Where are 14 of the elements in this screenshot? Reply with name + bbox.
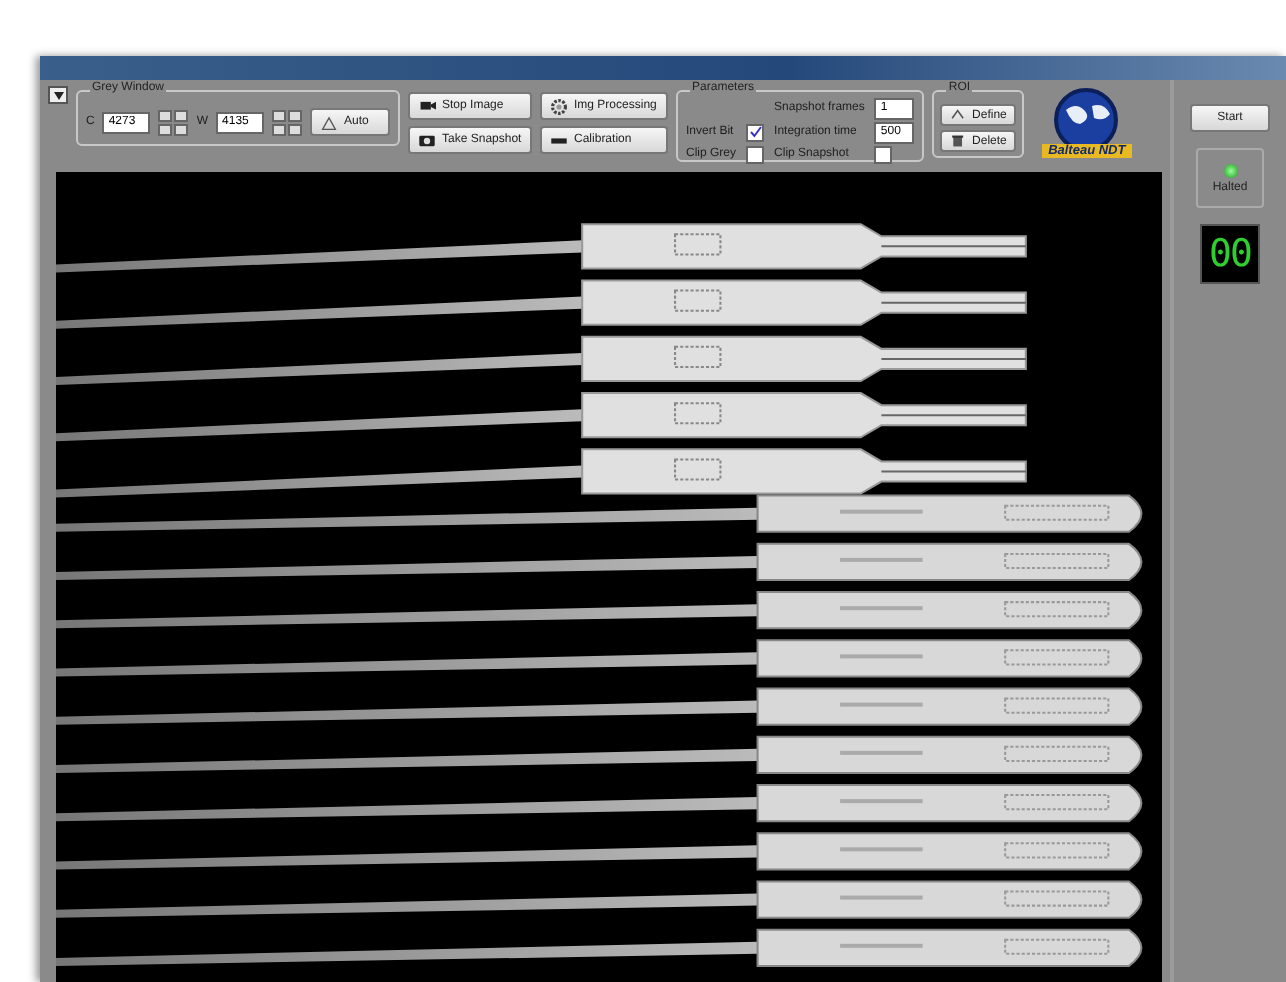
delete-icon [950, 132, 967, 150]
camera-icon [418, 131, 437, 149]
checkbox[interactable] [746, 145, 765, 163]
spinner[interactable] [272, 109, 303, 135]
checkbox[interactable] [874, 145, 893, 163]
collapse-toggle[interactable] [48, 86, 68, 104]
spinner[interactable] [158, 109, 189, 135]
counter-display: 00 [1200, 224, 1260, 284]
gear-icon [550, 97, 569, 115]
checkbox[interactable] [746, 123, 765, 141]
auto-icon [320, 113, 339, 131]
caret-icon [53, 91, 63, 99]
define-icon [950, 106, 967, 124]
camcorder-icon [418, 97, 437, 115]
